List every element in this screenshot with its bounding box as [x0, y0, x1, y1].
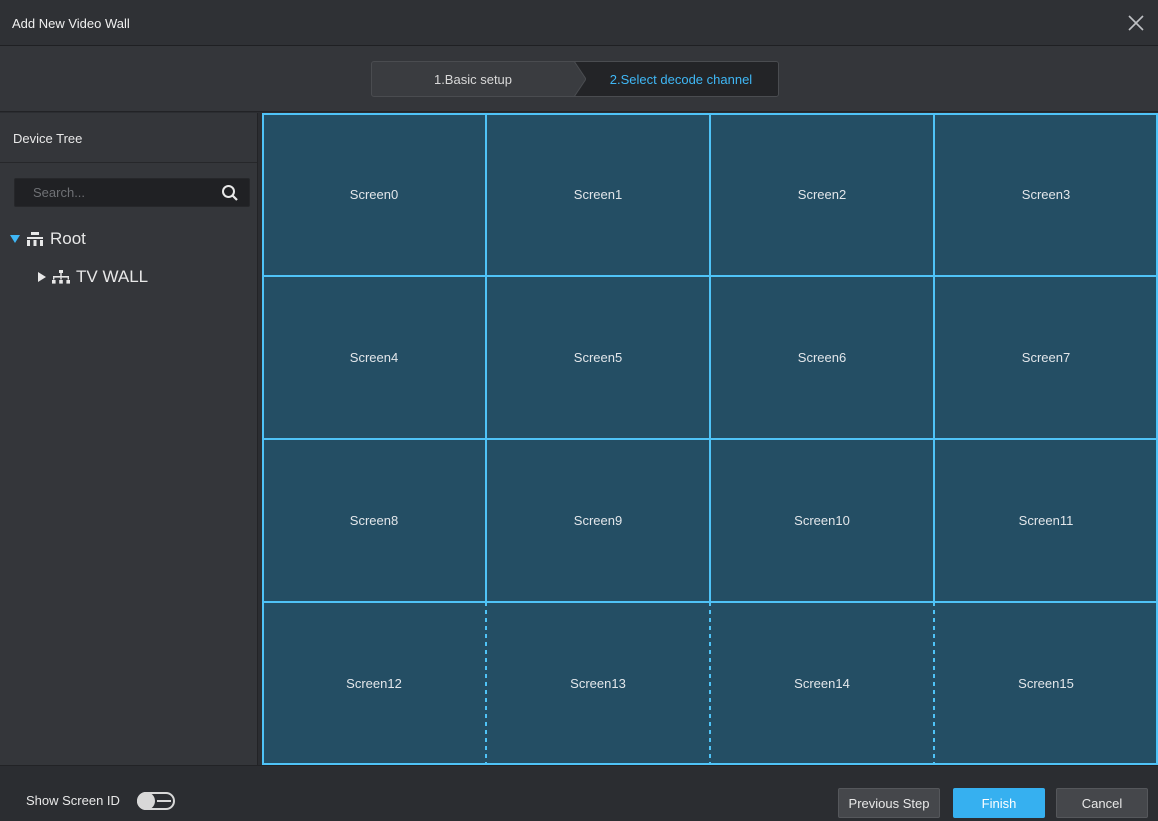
dialog-title-bar: Add New Video Wall [0, 0, 1158, 46]
grid-line-dashed [485, 602, 487, 765]
grid-line-dashed [933, 602, 935, 765]
device-tree-title: Device Tree [0, 113, 257, 163]
screen-cell[interactable]: Screen13 [486, 602, 710, 765]
network-tree-icon [52, 270, 70, 284]
show-screen-id-label: Show Screen ID [26, 793, 120, 808]
dialog-footer: Show Screen ID Previous Step Finish Canc… [0, 765, 1158, 821]
wizard-steps: 1.Basic setup 2.Select decode channel [371, 61, 779, 97]
toggle-knob [137, 792, 155, 810]
caret-down-icon[interactable] [10, 235, 20, 243]
show-screen-id-toggle[interactable] [137, 792, 175, 810]
tree-node-root[interactable]: Root [10, 229, 86, 249]
device-search-box [14, 178, 250, 207]
screen-cell[interactable]: Screen1 [486, 113, 710, 276]
screen-cell[interactable]: Screen3 [934, 113, 1158, 276]
grid-line [933, 113, 935, 602]
screen-cell[interactable]: Screen0 [262, 113, 486, 276]
screen-cell[interactable]: Screen15 [934, 602, 1158, 765]
screen-cell[interactable]: Screen8 [262, 439, 486, 602]
tree-node-tv-wall[interactable]: TV WALL [38, 267, 148, 287]
grid-border [262, 113, 264, 765]
device-search-input[interactable] [15, 179, 205, 206]
step-basic-setup[interactable]: 1.Basic setup [372, 62, 574, 96]
tree-node-label: TV WALL [76, 267, 149, 286]
caret-right-icon[interactable] [38, 272, 46, 282]
previous-step-button[interactable]: Previous Step [838, 788, 940, 818]
step-separator-arrow-icon [566, 62, 586, 96]
close-icon[interactable] [1124, 11, 1148, 35]
screen-cell[interactable]: Screen2 [710, 113, 934, 276]
screen-cell[interactable]: Screen6 [710, 276, 934, 439]
wizard-step-bar: 1.Basic setup 2.Select decode channel [0, 46, 1158, 112]
toggle-track-line [157, 800, 171, 802]
screen-cell[interactable]: Screen11 [934, 439, 1158, 602]
tree-node-label: Root [50, 229, 86, 248]
dialog-title: Add New Video Wall [12, 16, 130, 31]
screen-cell[interactable]: Screen4 [262, 276, 486, 439]
cancel-button[interactable]: Cancel [1056, 788, 1148, 818]
device-tree-panel: Device Tree Root T [0, 113, 258, 765]
screen-cell[interactable]: Screen7 [934, 276, 1158, 439]
screen-cell[interactable]: Screen5 [486, 276, 710, 439]
grid-line [709, 113, 711, 602]
screen-cell[interactable]: Screen10 [710, 439, 934, 602]
finish-button[interactable]: Finish [953, 788, 1045, 818]
screen-cell[interactable]: Screen9 [486, 439, 710, 602]
step-select-decode-channel[interactable]: 2.Select decode channel [574, 62, 778, 96]
grid-line-dashed [709, 602, 711, 765]
screen-cell[interactable]: Screen14 [710, 602, 934, 765]
screen-cell[interactable]: Screen12 [262, 602, 486, 765]
grid-line [485, 113, 487, 602]
search-icon[interactable] [221, 184, 239, 202]
video-wall-screen-grid: Screen0 Screen1 Screen2 Screen3 Screen4 … [262, 113, 1158, 765]
org-tree-icon [27, 232, 43, 246]
